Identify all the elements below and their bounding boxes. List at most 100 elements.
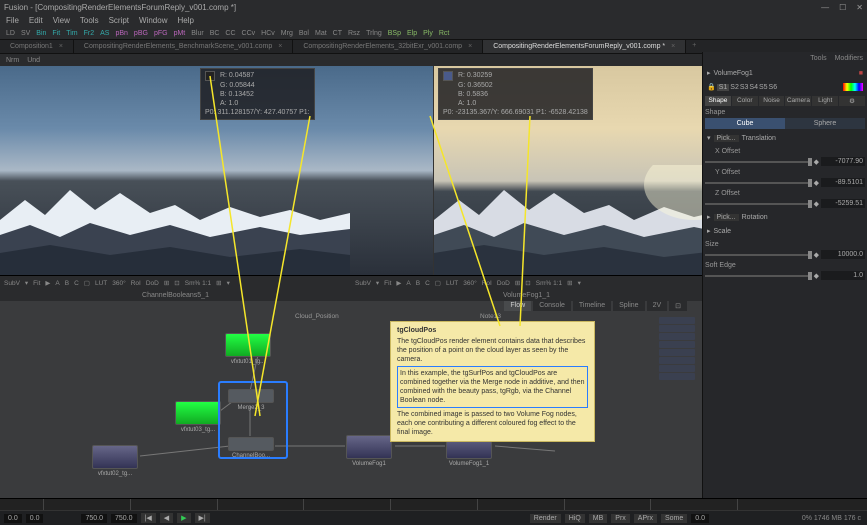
- close-button[interactable]: ✕: [856, 3, 863, 12]
- keyframe-icon[interactable]: ◆: [814, 272, 819, 280]
- step-back-button[interactable]: ◀: [160, 513, 173, 523]
- tool-bc[interactable]: BC: [210, 30, 220, 37]
- tool-as[interactable]: AS: [100, 30, 109, 37]
- grid-icon[interactable]: ⊞: [164, 279, 169, 287]
- tool-bin[interactable]: Bin: [36, 30, 46, 37]
- menu-view[interactable]: View: [53, 16, 70, 25]
- range-start[interactable]: 0.0: [4, 514, 22, 523]
- version-tab[interactable]: S5: [759, 84, 768, 91]
- size-value[interactable]: 10000.0: [821, 250, 865, 259]
- expand-icon[interactable]: ▸: [707, 227, 711, 235]
- range-in[interactable]: 0.0: [26, 514, 44, 523]
- size-slider[interactable]: [705, 254, 812, 256]
- node-merge[interactable]: Merge2_3: [228, 389, 274, 403]
- version-tab[interactable]: S2: [730, 84, 739, 91]
- play-icon[interactable]: ▶: [45, 279, 50, 287]
- menu-window[interactable]: Window: [139, 16, 167, 25]
- tool-mrg[interactable]: Mrg: [281, 30, 293, 37]
- prx-toggle[interactable]: Prx: [611, 514, 630, 523]
- vbtn-b[interactable]: B: [65, 280, 69, 287]
- hiq-toggle[interactable]: HiQ: [565, 514, 585, 523]
- inspector-node-name[interactable]: VolumeFog1: [714, 70, 856, 77]
- dropdown-icon[interactable]: ▾: [578, 279, 581, 287]
- prop-tab-settings-icon[interactable]: ⚙: [839, 96, 865, 106]
- dot-square-icon[interactable]: ⊡: [174, 279, 179, 287]
- tool-ccv[interactable]: CCv: [242, 30, 256, 37]
- tool-rsz[interactable]: Rsz: [348, 30, 360, 37]
- z-offset-value[interactable]: -5259.51: [821, 199, 865, 208]
- version-tab[interactable]: S3: [740, 84, 749, 91]
- softedge-value[interactable]: 1.0: [821, 271, 865, 280]
- x-offset-value[interactable]: -7077.90: [821, 157, 865, 166]
- grid-icon[interactable]: ⊞: [515, 279, 520, 287]
- vbtn-roi[interactable]: RoI: [482, 280, 492, 287]
- tool-tim[interactable]: Tim: [66, 30, 77, 37]
- dot-square-icon[interactable]: ⊡: [525, 279, 530, 287]
- current-frame[interactable]: 750.0: [81, 514, 107, 523]
- vbtn-b[interactable]: B: [416, 280, 420, 287]
- minimize-button[interactable]: —: [821, 3, 829, 12]
- tab-modifiers[interactable]: Modifiers: [835, 55, 863, 62]
- render-button[interactable]: Render: [530, 514, 561, 523]
- vbtn-roi[interactable]: RoI: [131, 280, 141, 287]
- keyframe-icon[interactable]: ◆: [814, 158, 819, 166]
- dropdown-icon[interactable]: ▾: [25, 279, 28, 287]
- y-offset-slider[interactable]: [705, 182, 812, 184]
- tool-hcv[interactable]: HCv: [261, 30, 275, 37]
- version-tab[interactable]: S1: [717, 84, 730, 91]
- prop-tab-shape[interactable]: Shape: [705, 96, 731, 106]
- tool-sv[interactable]: SV: [21, 30, 30, 37]
- file-tab[interactable]: Composition1×: [0, 40, 74, 53]
- keyframe-icon[interactable]: ◆: [814, 179, 819, 187]
- range-end[interactable]: 0.0: [691, 514, 709, 523]
- vbtn-a[interactable]: A: [55, 280, 59, 287]
- node-loader[interactable]: vfxtut02_tg...: [92, 445, 138, 469]
- vbtn-fit[interactable]: Fit: [384, 280, 391, 287]
- pick-button[interactable]: Pick...: [714, 214, 739, 221]
- menu-script[interactable]: Script: [109, 16, 129, 25]
- tool-ct[interactable]: CT: [333, 30, 342, 37]
- tool-bsp[interactable]: BSp: [388, 30, 401, 37]
- node-loader-green[interactable]: vfxtut03_tg...: [175, 401, 221, 425]
- vbtn-subv[interactable]: SubV: [4, 280, 20, 287]
- range-out[interactable]: 750.0: [111, 514, 137, 523]
- vbtn-dod[interactable]: DoD: [497, 280, 510, 287]
- go-end-button[interactable]: ▶|: [195, 513, 210, 523]
- new-tab-button[interactable]: +: [686, 40, 702, 53]
- dropdown-icon[interactable]: ▾: [376, 279, 379, 287]
- flow-navigator[interactable]: [657, 315, 697, 382]
- version-tab[interactable]: S6: [769, 84, 778, 91]
- expand-icon[interactable]: ▾: [707, 134, 711, 142]
- menu-file[interactable]: File: [6, 16, 19, 25]
- tool-cc[interactable]: CC: [225, 30, 235, 37]
- btn-nrm[interactable]: Nrm: [6, 57, 19, 64]
- tool-fit[interactable]: Fit: [52, 30, 60, 37]
- tab-tools[interactable]: Tools: [810, 55, 826, 62]
- node-channel-boolean[interactable]: ChannelBoo...: [228, 437, 274, 451]
- vbtn-360[interactable]: 360°: [463, 280, 476, 287]
- pick-button[interactable]: Pick...: [714, 135, 739, 142]
- vbtn-c[interactable]: C: [74, 280, 79, 287]
- vbtn-zoom[interactable]: Sm% 1:1: [536, 280, 562, 287]
- tool-fr2[interactable]: Fr2: [84, 30, 95, 37]
- menu-help[interactable]: Help: [177, 16, 193, 25]
- close-tab-icon[interactable]: ×: [671, 43, 675, 50]
- keyframe-icon[interactable]: ◆: [814, 200, 819, 208]
- pin-icon[interactable]: ■: [859, 70, 863, 77]
- maximize-button[interactable]: ☐: [839, 3, 846, 12]
- tool-ply[interactable]: Ply: [423, 30, 433, 37]
- node-loader-green[interactable]: vfxtut01_tg...: [225, 333, 271, 357]
- vbtn-zoom[interactable]: Sm% 1:1: [185, 280, 211, 287]
- play-button[interactable]: ▶: [177, 513, 190, 523]
- lock-icon[interactable]: 🔒: [707, 83, 716, 91]
- tool-pfg[interactable]: pFG: [154, 30, 168, 37]
- aprx-toggle[interactable]: APrx: [634, 514, 657, 523]
- mb-toggle[interactable]: MB: [589, 514, 608, 523]
- softedge-slider[interactable]: [705, 275, 812, 277]
- close-tab-icon[interactable]: ×: [468, 43, 472, 50]
- file-tab[interactable]: CompositingRenderElements_32bitExr_v001.…: [293, 40, 483, 53]
- timeline-ruler[interactable]: [0, 499, 867, 511]
- vbtn-lut[interactable]: LUT: [446, 280, 458, 287]
- tool-elp[interactable]: Elp: [407, 30, 417, 37]
- shape-sphere-button[interactable]: Sphere: [785, 118, 865, 129]
